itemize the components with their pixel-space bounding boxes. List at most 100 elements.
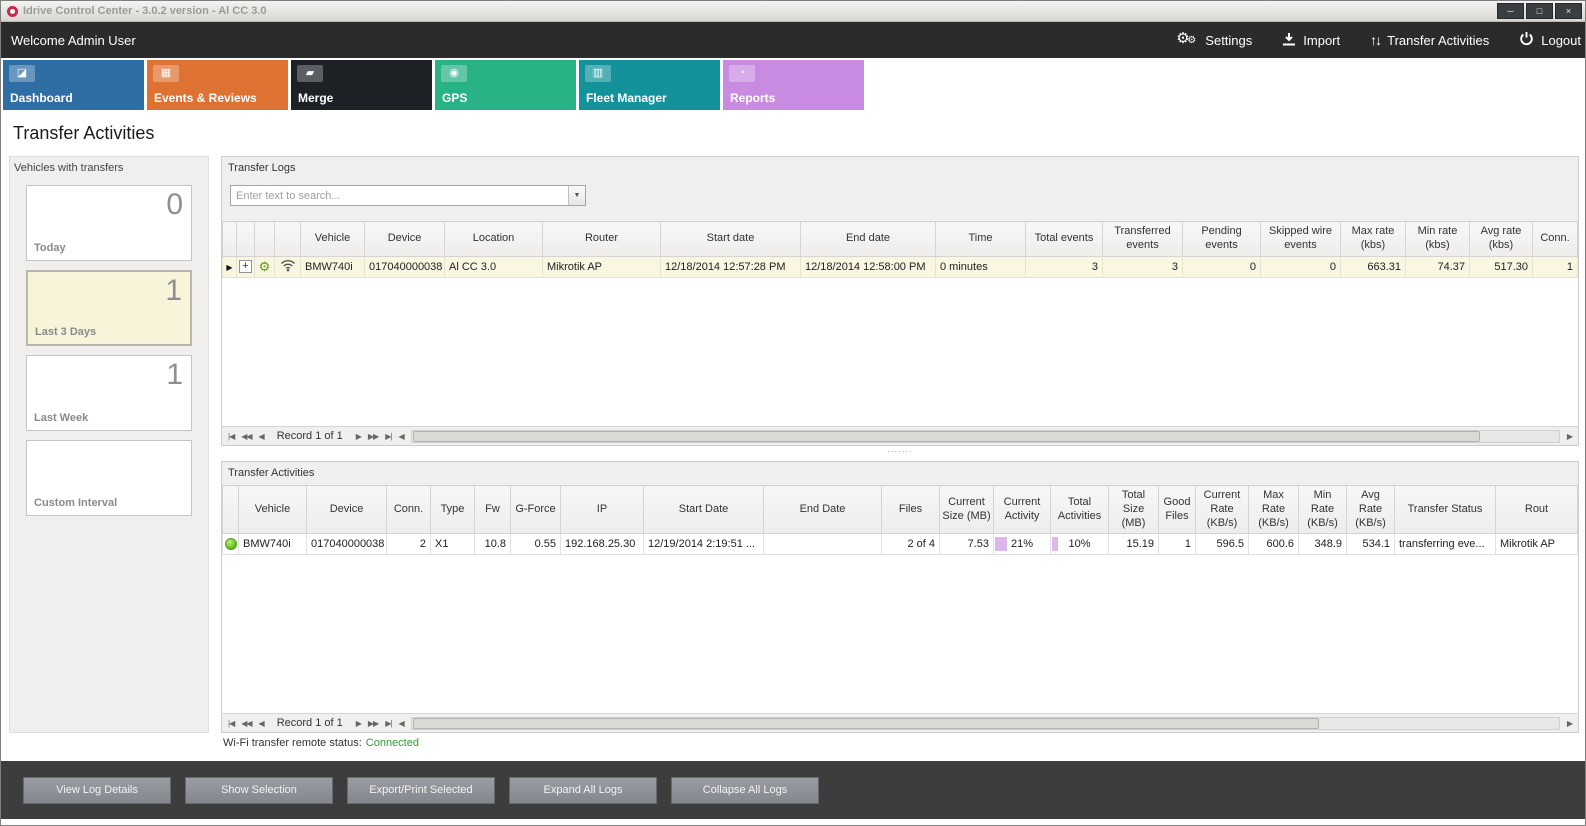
- search-input[interactable]: [231, 186, 568, 205]
- filter-card-custom-interval[interactable]: Custom Interval: [26, 440, 192, 516]
- nav-tile-events-reviews[interactable]: ▦ Events & Reviews: [147, 60, 288, 110]
- maximize-button[interactable]: □: [1526, 3, 1553, 19]
- filter-card-last-week[interactable]: 1 Last Week: [26, 355, 192, 431]
- activity-good-files: 1: [1159, 534, 1196, 555]
- column-header-current-size[interactable]: Current Size (MB): [940, 486, 994, 534]
- column-header-conn[interactable]: Conn.: [1533, 222, 1578, 257]
- import-button[interactable]: Import: [1282, 32, 1340, 49]
- pager-prev-page-button[interactable]: ◀◀: [241, 432, 251, 441]
- settings-button[interactable]: ⚙ ⚙ Settings: [1176, 31, 1252, 49]
- last-3-days-count: 1: [165, 274, 182, 308]
- hscroll-left-button[interactable]: ◀: [398, 432, 403, 441]
- column-header-max-rate[interactable]: Max rate (kbs): [1341, 222, 1406, 257]
- column-header-skipped-wire-events[interactable]: Skipped wire events: [1261, 222, 1341, 257]
- column-header-good-files[interactable]: Good Files: [1159, 486, 1196, 534]
- pager-next-page-button[interactable]: ▶▶: [368, 719, 378, 728]
- scrollbar-thumb[interactable]: [413, 718, 1319, 729]
- nav-tile-fleet-manager[interactable]: ▥ Fleet Manager: [579, 60, 720, 110]
- pager-next-button[interactable]: ▶: [356, 719, 361, 728]
- column-header-ip[interactable]: IP: [561, 486, 644, 534]
- column-header-transfer-status[interactable]: Transfer Status: [1395, 486, 1496, 534]
- filter-card-last-3-days[interactable]: 1 Last 3 Days: [26, 270, 192, 346]
- search-combo: ▼: [230, 185, 586, 206]
- column-header-start-date[interactable]: Start Date: [644, 486, 764, 534]
- column-header-device[interactable]: Device: [307, 486, 387, 534]
- column-header-pending-events[interactable]: Pending events: [1183, 222, 1261, 257]
- pager-prev-button[interactable]: ◀: [259, 432, 264, 441]
- column-header-max-rate[interactable]: Max Rate (KB/s): [1249, 486, 1299, 534]
- column-header-router[interactable]: Router: [543, 222, 661, 257]
- column-header-files[interactable]: Files: [882, 486, 940, 534]
- filter-card-today[interactable]: 0 Today: [26, 185, 192, 261]
- hscroll-left-button[interactable]: ◀: [398, 719, 403, 728]
- view-log-details-button[interactable]: View Log Details: [23, 777, 171, 804]
- hscroll-right-button[interactable]: ▶: [1567, 432, 1572, 441]
- column-header-end-date[interactable]: End date: [801, 222, 936, 257]
- column-header-min-rate[interactable]: Min Rate (KB/s): [1299, 486, 1347, 534]
- pager-next-page-button[interactable]: ▶▶: [368, 432, 378, 441]
- column-header-avg-rate[interactable]: Avg Rate (KB/s): [1347, 486, 1395, 534]
- column-header-total-activities[interactable]: Total Activities: [1051, 486, 1109, 534]
- pager-prev-button[interactable]: ◀: [259, 719, 264, 728]
- nav-tile-gps[interactable]: ◉ GPS: [435, 60, 576, 110]
- show-selection-button[interactable]: Show Selection: [185, 777, 333, 804]
- export-print-selected-button[interactable]: Export/Print Selected: [347, 777, 495, 804]
- nav-tile-reports[interactable]: ◔ Reports: [723, 60, 864, 110]
- pager-record-label: Record 1 of 1: [277, 717, 343, 729]
- column-header-fw[interactable]: Fw: [475, 486, 511, 534]
- transfer-logs-table: Vehicle Device Location Router Start dat…: [222, 221, 1578, 278]
- pager-first-button[interactable]: |◀: [228, 432, 234, 441]
- column-header-time[interactable]: Time: [936, 222, 1026, 257]
- fleet-manager-icon: ▥: [585, 65, 611, 82]
- transfer-activities-button[interactable]: ↑↓ Transfer Activities: [1370, 32, 1489, 48]
- column-header-conn[interactable]: Conn.: [387, 486, 431, 534]
- horizontal-scrollbar[interactable]: [411, 430, 1560, 443]
- column-header-total-events[interactable]: Total events: [1026, 222, 1103, 257]
- column-header-location[interactable]: Location: [445, 222, 543, 257]
- horizontal-scrollbar[interactable]: [411, 717, 1560, 730]
- column-header-current-rate[interactable]: Current Rate (KB/s): [1196, 486, 1249, 534]
- pager-next-button[interactable]: ▶: [356, 432, 361, 441]
- nav-tile-merge[interactable]: ▰ Merge: [291, 60, 432, 110]
- log-min-rate: 74.37: [1406, 256, 1470, 277]
- column-header-device[interactable]: Device: [365, 222, 445, 257]
- column-header-vehicle[interactable]: Vehicle: [239, 486, 307, 534]
- pager-prev-page-button[interactable]: ◀◀: [241, 719, 251, 728]
- expand-all-logs-button[interactable]: Expand All Logs: [509, 777, 657, 804]
- transfer-log-row[interactable]: ▶ + ⚙ BMW740i 017040000038 Al CC 3.0 Mik…: [223, 256, 1578, 277]
- logs-pager: |◀ ◀◀ ◀ Record 1 of 1 ▶ ▶▶ ▶| ◀ ▶: [222, 426, 1578, 445]
- column-header-start-date[interactable]: Start date: [661, 222, 801, 257]
- column-header-type[interactable]: Type: [431, 486, 475, 534]
- activity-fw: 10.8: [475, 534, 511, 555]
- column-header-min-rate[interactable]: Min rate (kbs): [1406, 222, 1470, 257]
- pager-last-button[interactable]: ▶|: [385, 719, 391, 728]
- panel-splitter[interactable]: ·······: [221, 448, 1579, 459]
- logs-header-gear: [255, 222, 275, 257]
- column-header-transferred-events[interactable]: Transferred events: [1103, 222, 1183, 257]
- search-dropdown-button[interactable]: ▼: [568, 186, 585, 205]
- column-header-current-activity[interactable]: Current Activity: [994, 486, 1051, 534]
- expand-row-button[interactable]: +: [239, 260, 252, 273]
- column-header-end-date[interactable]: End Date: [764, 486, 882, 534]
- close-button[interactable]: ×: [1555, 3, 1582, 19]
- collapse-all-logs-button[interactable]: Collapse All Logs: [671, 777, 819, 804]
- pager-first-button[interactable]: |◀: [228, 719, 234, 728]
- transfer-activity-row[interactable]: BMW740i 017040000038 2 X1 10.8 0.55 192.…: [223, 534, 1578, 555]
- logs-header-indicator: [223, 222, 237, 257]
- column-header-router[interactable]: Rout: [1496, 486, 1578, 534]
- pager-last-button[interactable]: ▶|: [385, 432, 391, 441]
- column-header-vehicle[interactable]: Vehicle: [301, 222, 365, 257]
- column-header-avg-rate[interactable]: Avg rate (kbs): [1470, 222, 1533, 257]
- log-total-events: 3: [1026, 256, 1103, 277]
- hscroll-right-button[interactable]: ▶: [1567, 719, 1572, 728]
- column-header-g-force[interactable]: G-Force: [511, 486, 561, 534]
- column-header-total-size[interactable]: Total Size (MB): [1109, 486, 1159, 534]
- minimize-button[interactable]: ─: [1497, 3, 1524, 19]
- scrollbar-thumb[interactable]: [413, 431, 1480, 442]
- welcome-text: Welcome Admin User: [11, 33, 136, 48]
- log-skipped-wire-events: 0: [1261, 256, 1341, 277]
- merge-icon: ▰: [297, 65, 323, 82]
- logout-button[interactable]: Logout: [1519, 31, 1581, 49]
- current-activity-bar: [995, 537, 1007, 551]
- nav-tile-dashboard[interactable]: ◪ Dashboard: [3, 60, 144, 110]
